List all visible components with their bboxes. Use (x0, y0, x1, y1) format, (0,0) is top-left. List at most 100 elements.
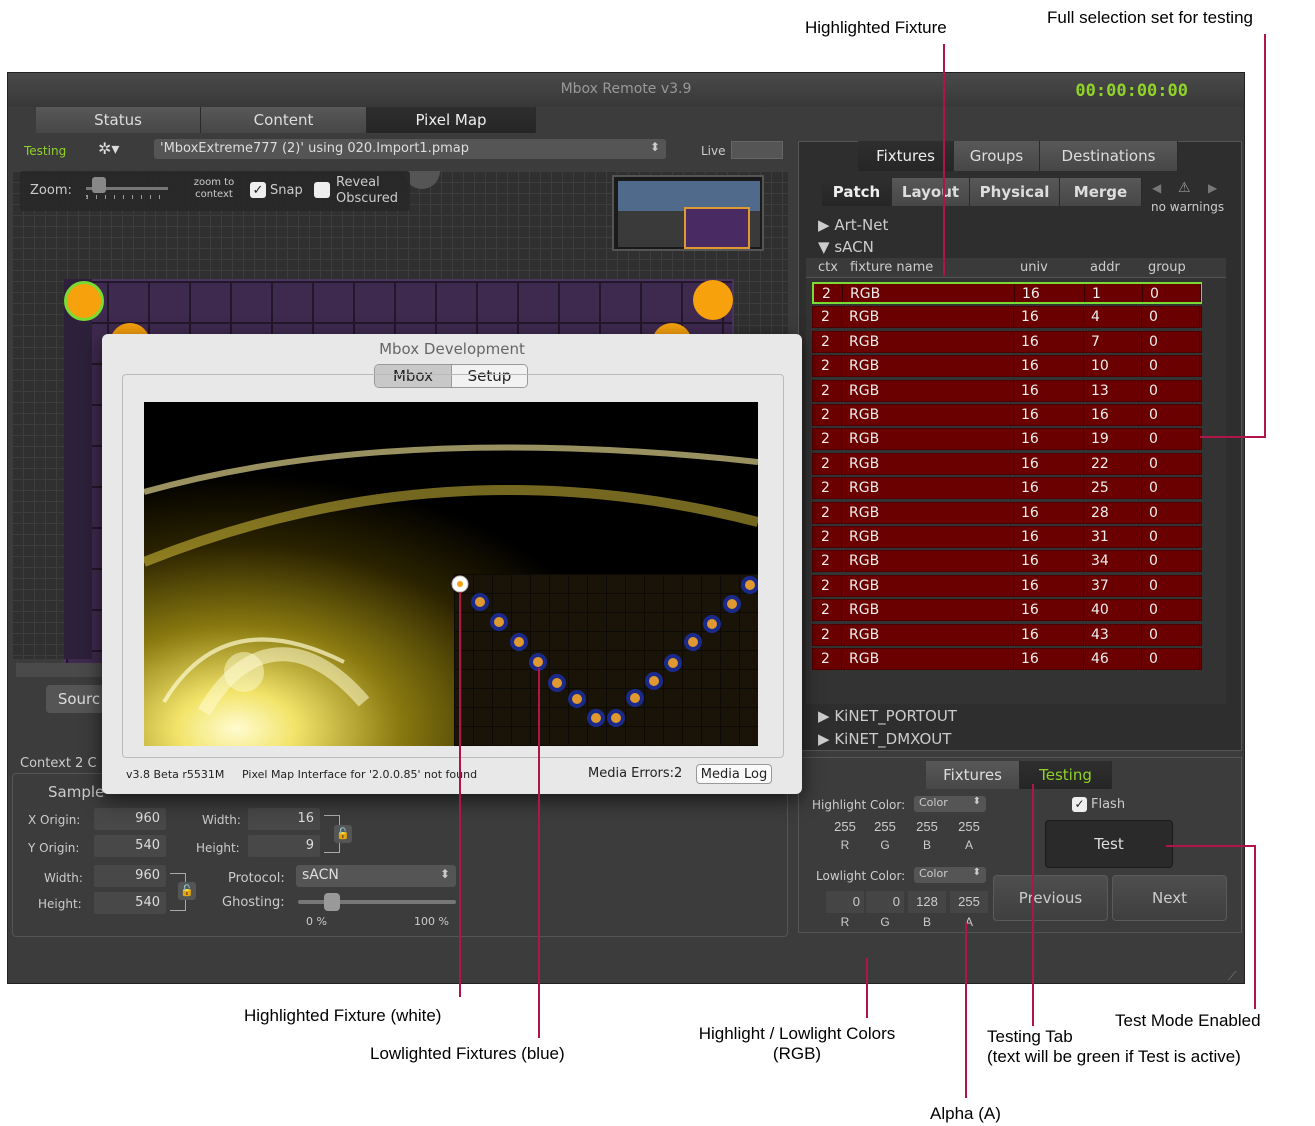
lowlight-r-value[interactable]: 0 (826, 891, 864, 913)
tab-pixel-map[interactable]: Pixel Map (367, 107, 536, 133)
table-row[interactable]: 2 RGB 16 22 0 (812, 452, 1202, 475)
tree-item-artnet[interactable]: ▶ Art-Net (818, 216, 888, 234)
minimap-viewport[interactable] (684, 207, 750, 249)
y-origin-field[interactable]: 540 (94, 835, 166, 857)
tab-destinations[interactable]: Destinations (1040, 141, 1178, 171)
highlighted-fixture-marker[interactable] (64, 281, 104, 321)
tab-groups[interactable]: Groups (954, 141, 1040, 171)
fixture-marker[interactable] (693, 280, 733, 320)
lowlighted-fixture-dot[interactable] (529, 653, 547, 671)
width-field[interactable]: 960 (94, 865, 166, 887)
lowlight-color-select[interactable]: Color ⬍ (914, 867, 986, 883)
table-row[interactable]: 2 RGB 16 40 0 (812, 599, 1202, 622)
lowlighted-fixture-dot[interactable] (741, 576, 758, 594)
tree-item-kinet-portout[interactable]: ▶ KiNET_PORTOUT (818, 707, 957, 725)
lowlighted-fixture-dot[interactable] (510, 633, 528, 651)
table-row[interactable]: 2 RGB 16 46 0 (812, 648, 1202, 670)
ghosting-slider-track[interactable] (298, 900, 456, 904)
cell-name: RGB (849, 382, 880, 399)
next-button[interactable]: Next (1112, 875, 1227, 921)
tab-physical[interactable]: Physical (970, 178, 1060, 206)
zoom-to-context-button[interactable]: zoom to context (184, 177, 244, 201)
previous-button[interactable]: Previous (993, 875, 1108, 921)
column-header-univ[interactable]: univ (1020, 258, 1048, 278)
lowlight-a-value[interactable]: 255 (950, 891, 988, 913)
highlight-color-select[interactable]: Color ⬍ (914, 796, 986, 812)
lowlighted-fixture-dot[interactable] (490, 613, 508, 631)
highlight-a-value[interactable]: 255 (950, 819, 988, 834)
video-preview[interactable] (144, 402, 758, 746)
lock-icon[interactable]: 🔓 (178, 882, 196, 900)
table-row[interactable]: 2 RGB 16 19 0 (812, 428, 1202, 451)
zoom-slider-thumb[interactable] (92, 177, 106, 193)
lowlighted-fixture-dot[interactable] (723, 595, 741, 613)
column-separator (1083, 624, 1084, 645)
cell-univ: 16 (1021, 358, 1039, 375)
highlight-r-value[interactable]: 255 (826, 819, 864, 834)
column-separator (841, 429, 842, 450)
table-row[interactable]: 2 RGB 16 4 0 (812, 306, 1202, 329)
table-row[interactable]: 2 RGB 16 7 0 (812, 330, 1202, 353)
table-row[interactable]: 2 RGB 16 37 0 (812, 574, 1202, 597)
ghosting-slider-thumb[interactable] (324, 893, 340, 911)
next-warning-icon[interactable]: ▶ (1208, 181, 1217, 195)
sub-width-field[interactable]: 16 (248, 808, 320, 830)
table-row-highlighted[interactable]: 2 RGB 16 1 0 (812, 282, 1202, 304)
gear-icon[interactable]: ✲▾ (98, 139, 130, 159)
cell-addr: 4 (1091, 309, 1100, 326)
table-row[interactable]: 2 RGB 16 10 0 (812, 355, 1202, 378)
table-row[interactable]: 2 RGB 16 43 0 (812, 623, 1202, 646)
live-toggle[interactable] (731, 141, 783, 159)
highlight-channel-letters: R G B A (826, 838, 992, 854)
tree-item-sacn[interactable]: ▼ sACN (818, 238, 874, 256)
lowlighted-fixture-dot[interactable] (626, 689, 644, 707)
tree-item-kinet-dmxout[interactable]: ▶ KiNET_DMXOUT (818, 730, 951, 748)
lowlighted-fixture-dot[interactable] (664, 654, 682, 672)
table-row[interactable]: 2 RGB 16 31 0 (812, 526, 1202, 548)
column-header-group[interactable]: group (1148, 258, 1186, 278)
lowlighted-fixture-dot[interactable] (568, 690, 586, 708)
highlight-g-value[interactable]: 255 (866, 819, 904, 834)
protocol-select[interactable]: sACN ⬍ (296, 865, 456, 887)
title-bar[interactable]: Mbox Remote v3.9 00:00:00:00 (8, 73, 1244, 107)
tab-patch[interactable]: Patch (822, 178, 892, 206)
table-row[interactable]: 2 RGB 16 34 0 (812, 550, 1202, 573)
sub-height-field[interactable]: 9 (248, 835, 320, 857)
lowlighted-fixture-dot[interactable] (703, 615, 721, 633)
snap-checkbox[interactable]: ✓ (250, 182, 266, 198)
minimap[interactable] (612, 175, 764, 251)
test-button[interactable]: Test (1045, 820, 1173, 868)
previous-warning-icon[interactable]: ◀ (1152, 181, 1161, 195)
tab-fixtures[interactable]: Fixtures (858, 141, 954, 171)
lowlighted-fixture-dot[interactable] (471, 593, 489, 611)
pixelmap-file-select[interactable]: 'MboxExtreme777 (2)' using 020.Import1.p… (154, 139, 666, 159)
column-header-ctx[interactable]: ctx (818, 258, 838, 278)
tab-merge[interactable]: Merge (1060, 178, 1142, 206)
tab-status[interactable]: Status (36, 107, 201, 133)
column-header-addr[interactable]: addr (1090, 258, 1120, 278)
column-separator (1013, 331, 1014, 352)
flash-checkbox[interactable]: ✓ (1072, 797, 1087, 812)
reveal-obscured-checkbox[interactable] (314, 182, 330, 198)
table-row[interactable]: 2 RGB 16 25 0 (812, 477, 1202, 500)
resize-grip-icon[interactable]: ⟋ (1228, 969, 1236, 984)
lowlighted-fixture-dot[interactable] (684, 633, 702, 651)
lock-icon[interactable]: 🔓 (334, 825, 352, 843)
x-origin-field[interactable]: 960 (94, 808, 166, 830)
lowlighted-fixture-dot[interactable] (587, 709, 605, 727)
lowlight-g-value[interactable]: 0 (866, 891, 904, 913)
tab-content[interactable]: Content (201, 107, 367, 133)
table-row[interactable]: 2 RGB 16 13 0 (812, 379, 1202, 402)
highlight-b-value[interactable]: 255 (908, 819, 946, 834)
height-field[interactable]: 540 (94, 892, 166, 914)
media-log-button[interactable]: Media Log (696, 764, 772, 784)
tab-bottom-fixtures[interactable]: Fixtures (926, 761, 1020, 789)
column-header-name[interactable]: fixture name (850, 258, 933, 278)
table-row[interactable]: 2 RGB 16 16 0 (812, 404, 1202, 426)
tab-layout[interactable]: Layout (892, 178, 970, 206)
lowlight-b-value[interactable]: 128 (908, 891, 946, 913)
lowlighted-fixture-dot[interactable] (607, 709, 625, 727)
lowlighted-fixture-dot[interactable] (645, 672, 663, 690)
lowlighted-fixture-dot[interactable] (548, 674, 566, 692)
table-row[interactable]: 2 RGB 16 28 0 (812, 501, 1202, 524)
